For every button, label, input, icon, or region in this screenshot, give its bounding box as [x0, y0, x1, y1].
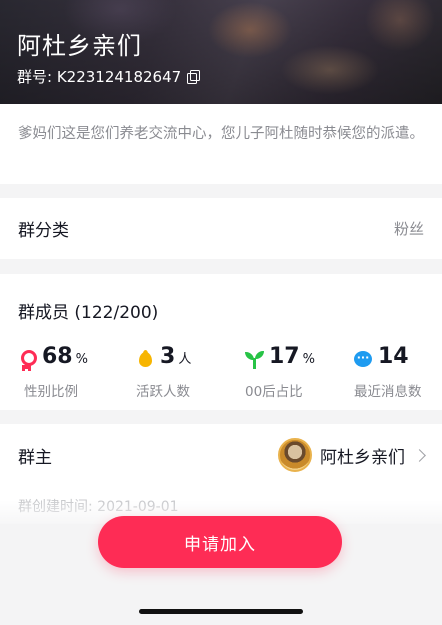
group-id-text: 群号: K223124182647 — [17, 68, 182, 86]
stat-label: 00后占比 — [245, 384, 303, 400]
stat-value: 68 — [42, 344, 73, 369]
stat-value: 14 — [378, 344, 409, 369]
chat-icon — [354, 350, 373, 369]
sprout-icon — [245, 350, 264, 369]
group-cover: 阿杜乡亲们 群号: K223124182647 — [0, 0, 442, 104]
owner-row[interactable]: 群主 阿杜乡亲们 — [18, 438, 426, 472]
group-description: 爹妈们这是您们养老交流中心，您儿子阿杜随时恭候您的派遣。 — [0, 104, 442, 184]
category-value: 粉丝 — [393, 220, 424, 238]
group-category-row: 群分类 粉丝 — [0, 198, 442, 259]
stat-label: 性别比例 — [24, 384, 78, 400]
stat-unit: % — [302, 352, 315, 367]
stat-gender-ratio: 68 % 性别比例 — [18, 344, 128, 400]
stat-value: 3 — [160, 344, 176, 369]
copy-icon[interactable] — [187, 70, 201, 84]
stat-00s-ratio: 17 % 00后占比 — [245, 344, 355, 400]
owner-name[interactable]: 阿杜乡亲们 — [320, 443, 405, 468]
group-id: 群号: K223124182647 — [17, 66, 201, 87]
owner-label: 群主 — [18, 447, 52, 468]
category-label: 群分类 — [18, 221, 69, 241]
stat-active-count: 3 人 活跃人数 — [136, 344, 246, 400]
home-indicator — [139, 609, 303, 614]
members-section: 群成员 (122/200) 68 % 性别比例 3 人 活跃人数 17 % 00… — [0, 274, 442, 410]
stat-value: 17 — [269, 344, 300, 369]
apply-join-button[interactable]: 申请加入 — [98, 516, 342, 568]
gender-icon — [18, 349, 37, 369]
stat-label: 最近消息数 — [354, 384, 422, 400]
group-name: 阿杜乡亲们 — [17, 32, 142, 60]
stat-recent-messages: 14 最近消息数 — [354, 344, 442, 400]
member-stats: 68 % 性别比例 3 人 活跃人数 17 % 00后占比 14 — [0, 344, 442, 404]
stat-unit: % — [75, 352, 88, 367]
members-title: 群成员 (122/200) — [18, 303, 159, 323]
stat-unit: 人 — [178, 352, 192, 367]
fire-icon — [136, 349, 155, 369]
owner-info[interactable]: 阿杜乡亲们 — [278, 438, 426, 472]
owner-avatar[interactable] — [278, 438, 312, 472]
chevron-right-icon — [413, 448, 426, 462]
stat-label: 活跃人数 — [136, 384, 190, 400]
